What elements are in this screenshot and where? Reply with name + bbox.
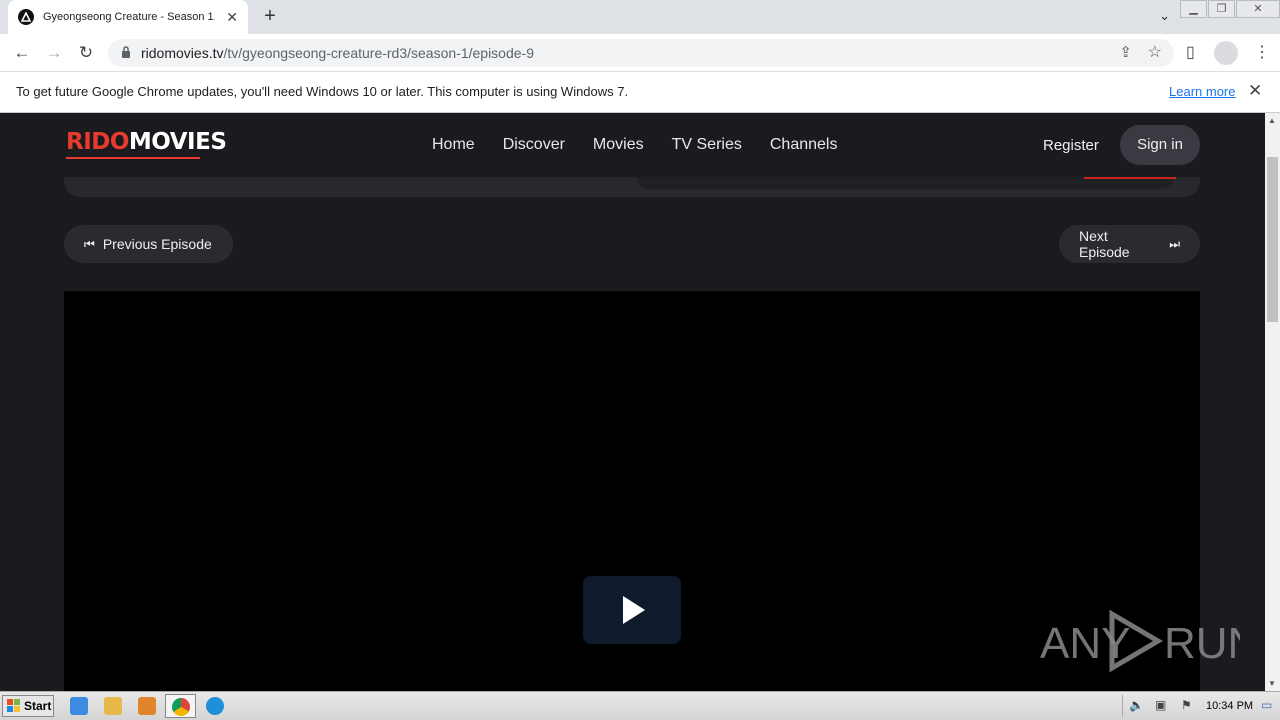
skip-next-icon: ⏭: [1169, 236, 1180, 251]
anyrun-watermark: ANY RUN: [1040, 610, 1240, 672]
bookmark-star-icon[interactable]: ☆: [1148, 42, 1162, 62]
site-header: RIDOMOVIES Home Discover Movies TV Serie…: [0, 113, 1265, 177]
profile-avatar-icon[interactable]: [1214, 41, 1238, 65]
restore-button[interactable]: ❐: [1208, 0, 1235, 18]
window-controls: ▁ ❐ ✕: [1179, 0, 1280, 22]
start-button[interactable]: Start: [2, 695, 54, 717]
reload-icon[interactable]: ↻: [74, 41, 98, 65]
site-logo[interactable]: RIDOMOVIES: [66, 129, 227, 155]
page-scrollbar[interactable]: ▲ ▼: [1265, 113, 1280, 691]
chrome-menu-icon[interactable]: ⋮: [1254, 42, 1270, 62]
browser-tab[interactable]: Gyeongseong Creature - Season 1, Episode…: [8, 0, 248, 34]
infobar-message: To get future Google Chrome updates, you…: [16, 84, 629, 99]
scroll-down-arrow-icon[interactable]: ▼: [1268, 679, 1276, 688]
address-bar[interactable]: ridomovies.tv/tv/gyeongseong-creature-rd…: [108, 39, 1174, 67]
update-infobar: To get future Google Chrome updates, you…: [0, 72, 1280, 113]
register-link[interactable]: Register: [1043, 137, 1099, 154]
url-path: /tv/gyeongseong-creature-rd3/season-1/ep…: [223, 45, 534, 61]
nav-home[interactable]: Home: [432, 136, 475, 154]
nav-channels[interactable]: Channels: [770, 136, 838, 154]
new-tab-button[interactable]: +: [258, 4, 282, 28]
sign-in-button[interactable]: Sign in: [1120, 125, 1200, 165]
infobar-close-icon[interactable]: ✕: [1248, 81, 1262, 101]
tab-strip: Gyeongseong Creature - Season 1, Episode…: [0, 0, 1280, 34]
previous-episode-button[interactable]: ⏮ Previous Episode: [64, 225, 233, 263]
info-panel-accent: [1084, 177, 1176, 179]
window-close-button[interactable]: ✕: [1236, 0, 1280, 18]
side-panel-icon[interactable]: ▯: [1186, 42, 1195, 62]
lock-icon: [122, 46, 130, 58]
edge-icon[interactable]: [206, 697, 224, 715]
file-explorer-icon[interactable]: [104, 697, 122, 715]
learn-more-link[interactable]: Learn more: [1169, 84, 1235, 99]
chrome-icon: [172, 698, 190, 716]
next-episode-label: Next Episode: [1079, 228, 1130, 260]
url-host: ridomovies.tv: [141, 45, 224, 61]
nav-tv-series[interactable]: TV Series: [672, 136, 742, 154]
share-icon[interactable]: ⇪: [1119, 43, 1132, 61]
windows-taskbar: Start 🔈 ▣ ⚑ ▭ 10:34 PM: [0, 691, 1280, 720]
logo-underline: [66, 157, 200, 159]
watermark-text-run: RUN: [1164, 619, 1240, 668]
tab-title: Gyeongseong Creature - Season 1, Episode…: [43, 11, 215, 23]
play-icon: [623, 596, 645, 624]
internet-explorer-icon[interactable]: [70, 697, 88, 715]
skip-previous-icon: ⏮: [84, 236, 95, 251]
back-arrow-icon[interactable]: ←: [10, 41, 34, 65]
minimize-button[interactable]: ▁: [1180, 0, 1207, 18]
next-episode-button[interactable]: Next Episode ⏭: [1059, 225, 1200, 263]
scrollbar-thumb[interactable]: [1267, 157, 1278, 322]
main-nav: Home Discover Movies TV Series Channels: [432, 136, 865, 154]
media-player-icon[interactable]: [138, 697, 156, 715]
network-icon[interactable]: ▣: [1155, 698, 1166, 712]
tab-search-chevron-icon[interactable]: ⌄: [1159, 8, 1170, 24]
nav-movies[interactable]: Movies: [593, 136, 644, 154]
tab-close-icon[interactable]: ✕: [226, 9, 238, 26]
watermark-text-any: ANY: [1040, 619, 1130, 668]
nav-discover[interactable]: Discover: [503, 136, 565, 154]
url-text: ridomovies.tv/tv/gyeongseong-creature-rd…: [141, 45, 534, 61]
forward-arrow-icon[interactable]: →: [42, 41, 66, 65]
start-label: Start: [24, 699, 52, 713]
volume-icon[interactable]: 🔈: [1129, 698, 1144, 712]
play-button[interactable]: [583, 576, 681, 644]
page-content: RIDOMOVIES Home Discover Movies TV Serie…: [0, 113, 1265, 691]
scroll-up-arrow-icon[interactable]: ▲: [1268, 116, 1276, 125]
previous-episode-label: Previous Episode: [102, 236, 212, 252]
action-center-flag-icon[interactable]: ⚑: [1181, 698, 1192, 712]
browser-toolbar: ← → ↻ ridomovies.tv/tv/gyeongseong-creat…: [0, 34, 1280, 72]
logo-part-rido: RIDO: [66, 129, 129, 155]
video-player[interactable]: [64, 291, 1200, 691]
windows-flag-icon: [7, 699, 21, 713]
logo-part-movies: MOVIES: [128, 129, 227, 155]
taskbar-clock: 10:34 PM: [1206, 700, 1254, 712]
system-tray: 🔈 ▣ ⚑ ▭: [1122, 695, 1280, 717]
site-favicon-icon: [18, 9, 34, 25]
show-desktop-icon[interactable]: ▭: [1261, 698, 1272, 712]
